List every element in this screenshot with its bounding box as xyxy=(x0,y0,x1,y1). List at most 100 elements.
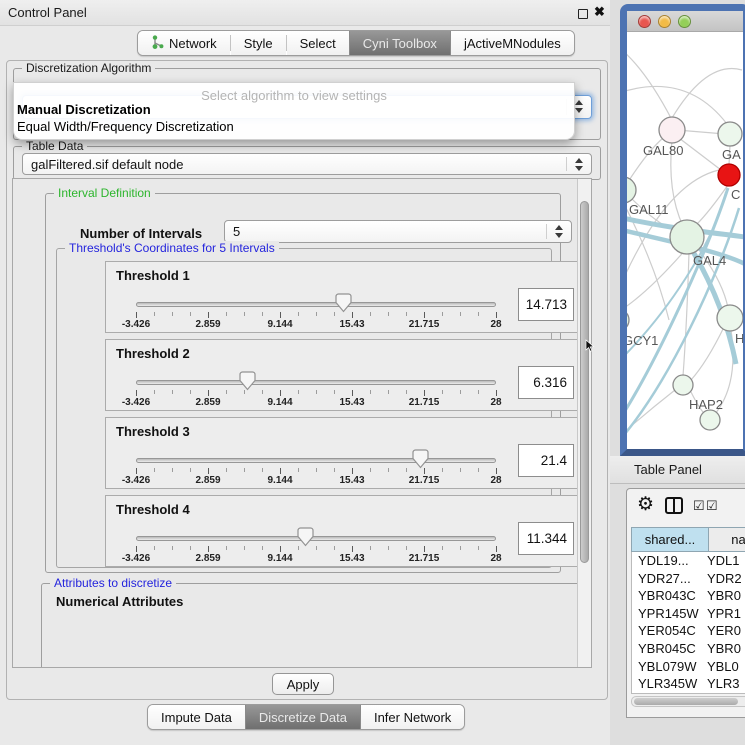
threshold-value-input[interactable] xyxy=(518,366,574,399)
cell-name[interactable]: YBL0 xyxy=(699,658,745,676)
table-row[interactable]: YIL052CYIL0 xyxy=(632,693,745,694)
cell-name[interactable]: YIL0 xyxy=(699,693,745,694)
slider-thumb[interactable] xyxy=(239,371,256,391)
tab-select[interactable]: Select xyxy=(287,31,349,55)
table-row[interactable]: YBL079WYBL0 xyxy=(632,658,745,676)
table-row[interactable]: YLR345WYLR3 xyxy=(632,675,745,693)
table-row[interactable]: YBR045CYBR0 xyxy=(632,640,745,658)
network-node-gal4[interactable] xyxy=(670,220,704,254)
popup-option-equal-width-frequency[interactable]: Equal Width/Frequency Discretization xyxy=(14,118,574,135)
table-row[interactable]: YDR27...YDR2 xyxy=(632,570,745,588)
network-node-gal11[interactable] xyxy=(627,177,636,203)
cell-name[interactable]: YLR3 xyxy=(699,675,745,693)
table-row[interactable]: YDL19...YDL1 xyxy=(632,552,745,570)
cell-name[interactable]: YDL1 xyxy=(699,552,745,570)
network-canvas[interactable]: GAL80GACGAL11GAL4GCY1HHAP2 xyxy=(627,32,743,449)
number-of-intervals-label: Number of Intervals xyxy=(80,226,202,241)
cell-shared-name[interactable]: YLR345W xyxy=(632,675,699,693)
node-label: GCY1 xyxy=(627,333,658,348)
number-of-intervals-combobox[interactable]: 5 xyxy=(224,220,572,243)
settings-vertical-scrollbar[interactable] xyxy=(577,179,591,667)
threshold-value-input[interactable] xyxy=(518,522,574,555)
axis-tick-label: 2.859 xyxy=(176,475,240,486)
axis-tick-label: 28 xyxy=(464,475,528,486)
bottom-tab-infer-network[interactable]: Infer Network xyxy=(361,705,464,729)
axis-tick-label: -3.426 xyxy=(104,397,168,408)
tab-cyni-toolbox[interactable]: Cyni Toolbox xyxy=(349,31,451,55)
cell-name[interactable]: YPR1 xyxy=(699,605,745,623)
table-row[interactable]: YBR043CYBR0 xyxy=(632,587,745,605)
table-horizontal-scrollbar[interactable] xyxy=(631,696,745,707)
table-panel-title: Table Panel xyxy=(634,462,702,477)
tab-style-label: Style xyxy=(244,36,273,51)
table-row[interactable]: YPR145WYPR1 xyxy=(632,605,745,623)
cell-name[interactable]: YER0 xyxy=(699,622,745,640)
checkbox-icon[interactable]: ☑ xyxy=(693,498,705,514)
network-node-ga[interactable] xyxy=(718,122,742,146)
table-header-row: shared... na xyxy=(631,527,745,552)
node-label: H xyxy=(735,331,743,346)
interval-definition-group: Interval Definition Number of Intervals … xyxy=(45,193,561,573)
tab-style[interactable]: Style xyxy=(231,31,286,55)
table-data-group-title: Table Data xyxy=(22,139,87,153)
network-node-gal80[interactable] xyxy=(659,117,685,143)
table-data-selected-value: galFiltered.sif default node xyxy=(31,157,183,172)
gear-icon[interactable]: ⚙ xyxy=(637,493,654,516)
cell-shared-name[interactable]: YDR27... xyxy=(632,570,699,588)
popup-placeholder-item[interactable]: Select algorithm to view settings xyxy=(14,83,574,101)
network-node-hap2[interactable] xyxy=(673,375,693,395)
cell-shared-name[interactable]: YIL052C xyxy=(632,693,699,694)
apply-button[interactable]: Apply xyxy=(272,673,334,695)
table-rows[interactable]: YDL19...YDL1YDR27...YDR2YBR043CYBR0YPR14… xyxy=(631,552,745,694)
table-row[interactable]: YER054CYER0 xyxy=(632,622,745,640)
cell-shared-name[interactable]: YDL19... xyxy=(632,552,699,570)
cell-shared-name[interactable]: YBR043C xyxy=(632,587,699,605)
top-tab-bar: Network Style Select Cyni Toolbox jActiv… xyxy=(137,30,575,56)
checkbox-icon[interactable]: ☑ xyxy=(706,498,718,514)
threshold-panel: Threshold 4 -3.4262.8599.14415.4321.7152… xyxy=(105,495,583,567)
interval-definition-title: Interval Definition xyxy=(54,186,155,200)
network-node[interactable] xyxy=(700,410,720,430)
node-label: HAP2 xyxy=(689,397,723,412)
bottom-tab-discretize-data[interactable]: Discretize Data xyxy=(245,705,361,729)
zoom-traffic-light-icon[interactable] xyxy=(678,15,691,28)
mouse-cursor xyxy=(585,339,595,358)
minimize-traffic-light-icon[interactable] xyxy=(658,15,671,28)
network-node-gcy1[interactable] xyxy=(627,309,629,331)
cell-shared-name[interactable]: YER054C xyxy=(632,622,699,640)
axis-tick-label: 21.715 xyxy=(392,553,456,564)
tab-jactivemnodules[interactable]: jActiveMNodules xyxy=(451,31,574,55)
network-node-c[interactable] xyxy=(718,164,740,186)
scrollbar-thumb[interactable] xyxy=(580,201,589,563)
slider-track[interactable] xyxy=(136,302,496,307)
table-data-combobox[interactable]: galFiltered.sif default node xyxy=(22,153,592,175)
cell-name[interactable]: YBR0 xyxy=(699,640,745,658)
float-window-icon[interactable] xyxy=(578,9,588,19)
column-header-name[interactable]: na xyxy=(709,527,745,552)
network-node-h[interactable] xyxy=(717,305,743,331)
threshold-panel: Threshold 3 -3.4262.8599.14415.4321.7152… xyxy=(105,417,583,489)
slider-track[interactable] xyxy=(136,458,496,463)
close-icon[interactable]: ✖ xyxy=(594,4,605,20)
attributes-group-title: Attributes to discretize xyxy=(50,576,176,590)
cell-shared-name[interactable]: YBL079W xyxy=(632,658,699,676)
cell-shared-name[interactable]: YPR145W xyxy=(632,605,699,623)
slider-track[interactable] xyxy=(136,380,496,385)
slider-thumb[interactable] xyxy=(412,449,429,469)
cell-shared-name[interactable]: YBR045C xyxy=(632,640,699,658)
column-header-shared-name[interactable]: shared... xyxy=(631,527,709,552)
cell-name[interactable]: YBR0 xyxy=(699,587,745,605)
close-traffic-light-icon[interactable] xyxy=(638,15,651,28)
threshold-value-input[interactable] xyxy=(518,288,574,321)
slider-thumb[interactable] xyxy=(335,293,352,313)
threshold-value-input[interactable] xyxy=(518,444,574,477)
slider-thumb[interactable] xyxy=(297,527,314,547)
bottom-tab-impute-data[interactable]: Impute Data xyxy=(148,705,245,729)
popup-option-manual-discretization[interactable]: Manual Discretization xyxy=(14,101,574,118)
control-panel-titlebar: Control Panel ✖ xyxy=(0,0,610,26)
axis-tick-label: 21.715 xyxy=(392,319,456,330)
tab-network[interactable]: Network xyxy=(138,31,230,55)
cell-name[interactable]: YDR2 xyxy=(699,570,745,588)
split-columns-icon[interactable] xyxy=(665,497,683,519)
slider-track[interactable] xyxy=(136,536,496,541)
